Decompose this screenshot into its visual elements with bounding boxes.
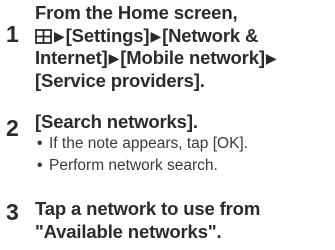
triangle-right-icon: ▶ xyxy=(54,27,65,44)
menu-settings: [Settings] xyxy=(65,24,150,46)
note-item: • If the note appears, tap [OK]. xyxy=(37,133,335,155)
step-title-line: Tap a network to use from xyxy=(35,198,261,219)
menu-network-internet: [Network & xyxy=(162,24,259,46)
step-title-line: ▶[Settings]▶[Network & xyxy=(35,25,335,48)
apps-grid-icon xyxy=(35,28,52,44)
step-title-line: Internet]▶[Mobile network]▶ xyxy=(35,47,335,70)
step-title-line: From the Home screen, xyxy=(35,2,238,23)
bullet-icon: • xyxy=(37,157,43,174)
menu-service-providers: [Service providers]. xyxy=(35,69,205,91)
menu-mobile-network: [Mobile network] xyxy=(120,47,265,68)
triangle-right-icon: ▶ xyxy=(265,50,277,66)
step-title: From the Home screen, ▶[Settings]▶[Netwo… xyxy=(35,2,335,92)
step-title: [Search networks]. xyxy=(35,111,198,132)
note-item: • Perform network search. xyxy=(37,155,335,177)
step-number: 2 xyxy=(6,115,19,141)
triangle-right-icon: ▶ xyxy=(108,50,120,66)
procedure-steps: 1 From the Home screen, ▶[Settings]▶[Net… xyxy=(0,0,335,250)
step-number: 1 xyxy=(6,21,19,47)
bullet-icon: • xyxy=(37,135,43,152)
menu-network-internet-cont: Internet] xyxy=(35,47,108,68)
step-title-line: "Available networks". xyxy=(35,220,222,242)
step-title: Tap a network to use from "Available net… xyxy=(35,198,335,243)
step-notes: • If the note appears, tap [OK]. • Perform… xyxy=(37,133,335,177)
step-number: 3 xyxy=(6,199,19,225)
triangle-right-icon: ▶ xyxy=(150,27,162,44)
